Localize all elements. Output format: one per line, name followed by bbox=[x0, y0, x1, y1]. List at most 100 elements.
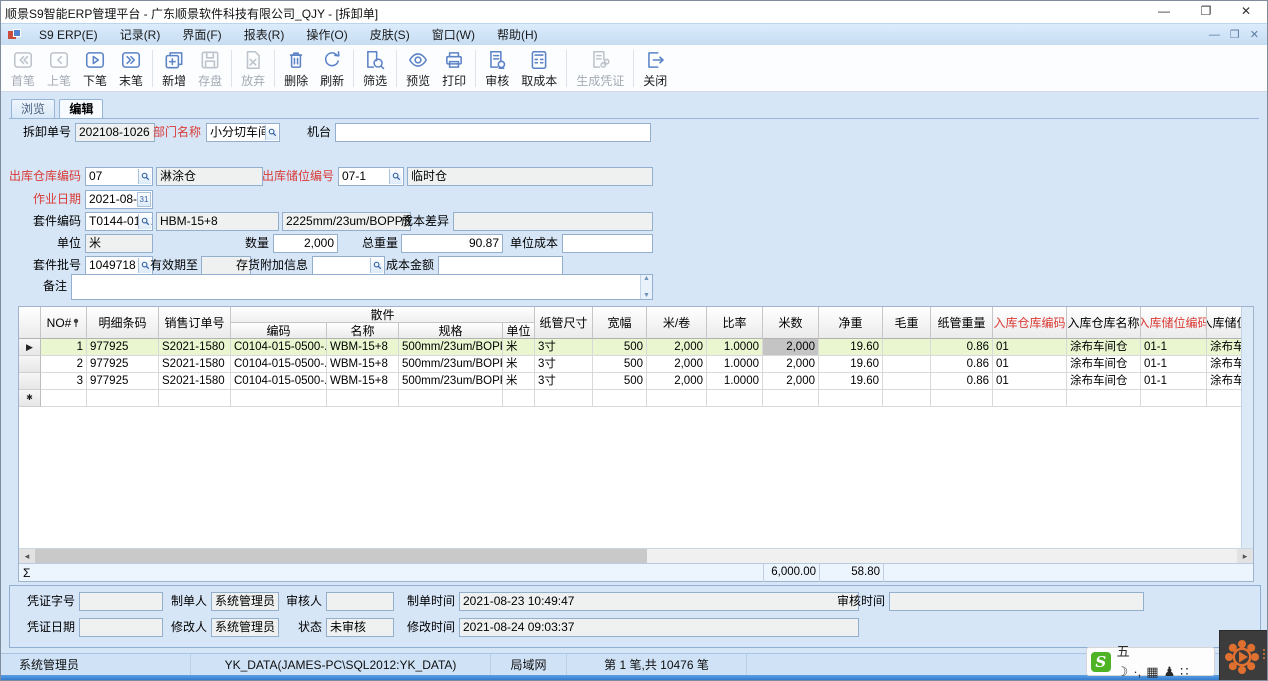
grid-cell-tube[interactable]: 3寸 bbox=[535, 373, 593, 390]
grid-horizontal-scrollbar[interactable]: ◂ ▸ bbox=[19, 548, 1253, 563]
toolbar-button-refresh[interactable]: 刷新 bbox=[314, 46, 350, 91]
close-icon[interactable]: ✕ bbox=[1229, 2, 1263, 21]
grid-cell-name[interactable]: WBM-15+8 bbox=[327, 339, 399, 356]
grid-cell-ratio[interactable]: 1.0000 bbox=[707, 356, 763, 373]
grid-cell-empty[interactable] bbox=[1067, 390, 1141, 407]
grid-cell-barcode[interactable]: 977925 bbox=[87, 373, 159, 390]
grid-cell-no[interactable]: 3 bbox=[41, 373, 87, 390]
grid-cell-spec[interactable]: 500mm/23um/BOPP... bbox=[399, 356, 503, 373]
grid-cell-in_loc_name[interactable]: 涂布车间仓 bbox=[1207, 373, 1241, 390]
scroll-up-icon[interactable]: ▲ bbox=[643, 275, 650, 282]
grid-cell-empty[interactable] bbox=[1207, 390, 1241, 407]
grid-cell-mroll[interactable]: 2,000 bbox=[647, 356, 707, 373]
row-selector[interactable] bbox=[19, 356, 41, 373]
grid-new-row[interactable]: ✱ bbox=[19, 390, 1241, 407]
mdi-minimize-icon[interactable]: — bbox=[1209, 27, 1220, 43]
tab-browse[interactable]: 浏览 bbox=[11, 99, 55, 118]
grid-cell-name[interactable]: WBM-15+8 bbox=[327, 356, 399, 373]
grid-cell-meters[interactable]: 2,000 bbox=[763, 339, 819, 356]
grid-cell-meters[interactable]: 2,000 bbox=[763, 356, 819, 373]
grid-cell-code[interactable]: C0104-015-0500-... bbox=[231, 373, 327, 390]
scroll-down-icon[interactable]: ▼ bbox=[643, 292, 650, 299]
grid-cell-empty[interactable] bbox=[231, 390, 327, 407]
grid-cell-order[interactable]: S2021-1580 bbox=[159, 339, 231, 356]
menu-item[interactable]: 帮助(H) bbox=[486, 28, 549, 42]
grid-cell-in_loc_code[interactable]: 01-1 bbox=[1141, 373, 1207, 390]
grid-cell-empty[interactable] bbox=[327, 390, 399, 407]
ime-icon[interactable]: ∷ bbox=[1180, 664, 1188, 679]
grid-cell-empty[interactable] bbox=[503, 390, 535, 407]
grid-cell-ratio[interactable]: 1.0000 bbox=[707, 373, 763, 390]
grid-cell-barcode[interactable]: 977925 bbox=[87, 356, 159, 373]
grid-cell-in_wh_code[interactable]: 01 bbox=[993, 339, 1067, 356]
ime-icon[interactable]: ▦ bbox=[1146, 664, 1158, 679]
machine-field[interactable] bbox=[335, 123, 651, 142]
kit-batch-field[interactable]: 1049718 bbox=[85, 256, 153, 275]
grid-cell-empty[interactable] bbox=[883, 390, 931, 407]
sogou-icon[interactable]: S bbox=[1091, 652, 1111, 672]
grid-cell-empty[interactable] bbox=[1141, 390, 1207, 407]
grid-cell-empty[interactable] bbox=[593, 390, 647, 407]
menu-item[interactable]: 记录(R) bbox=[109, 28, 172, 42]
hscroll-thumb[interactable] bbox=[35, 549, 647, 563]
grid-cell-unit[interactable]: 米 bbox=[503, 356, 535, 373]
grid-cell-empty[interactable] bbox=[763, 390, 819, 407]
toolbar-button-audit[interactable]: 审核 bbox=[479, 46, 515, 91]
grid-cell-empty[interactable] bbox=[159, 390, 231, 407]
grid-cell-tube_weight[interactable]: 0.86 bbox=[931, 373, 993, 390]
grid-cell-no[interactable]: 2 bbox=[41, 356, 87, 373]
out-loc-code-lookup-button[interactable] bbox=[389, 169, 402, 184]
ime-icon[interactable]: ♟ bbox=[1164, 664, 1176, 679]
out-loc-code-field[interactable]: 07-1 bbox=[338, 167, 404, 186]
grid-cell-in_loc_code[interactable]: 01-1 bbox=[1141, 356, 1207, 373]
dept-field[interactable]: 小分切车间 bbox=[206, 123, 280, 142]
row-selector[interactable]: ▶ bbox=[19, 339, 41, 356]
grid-cell-net[interactable]: 19.60 bbox=[819, 373, 883, 390]
grid-cell-tube_weight[interactable]: 0.86 bbox=[931, 356, 993, 373]
grid-cell-order[interactable]: S2021-1580 bbox=[159, 356, 231, 373]
grid-cell-unit[interactable]: 米 bbox=[503, 339, 535, 356]
grid-cell-spec[interactable]: 500mm/23um/BOPP... bbox=[399, 373, 503, 390]
grid-cell-meters[interactable]: 2,000 bbox=[763, 373, 819, 390]
grid-vertical-scrollbar[interactable] bbox=[1241, 307, 1253, 548]
toolbar-button-print[interactable]: 打印 bbox=[436, 46, 472, 91]
grid-cell-empty[interactable] bbox=[647, 390, 707, 407]
extra-info-lookup-button[interactable] bbox=[370, 258, 383, 273]
tab-edit[interactable]: 编辑 bbox=[59, 99, 103, 118]
kit-code-field[interactable]: T0144-015-2225 bbox=[85, 212, 153, 231]
toolbar-button-preview[interactable]: 预览 bbox=[400, 46, 436, 91]
cost-amount-field[interactable] bbox=[438, 256, 563, 275]
menu-item[interactable]: S9 ERP(E) bbox=[28, 28, 109, 42]
mdi-restore-icon[interactable]: ❐ bbox=[1230, 27, 1240, 43]
hscroll-left-icon[interactable]: ◂ bbox=[19, 549, 35, 563]
grid-cell-empty[interactable] bbox=[707, 390, 763, 407]
table-row[interactable]: 3977925S2021-1580C0104-015-0500-...WBM-1… bbox=[19, 373, 1241, 390]
grid-cell-empty[interactable] bbox=[41, 390, 87, 407]
grid-cell-mroll[interactable]: 2,000 bbox=[647, 373, 707, 390]
row-selector[interactable] bbox=[19, 373, 41, 390]
calendar-icon[interactable]: 31 bbox=[137, 192, 151, 207]
grid-cell-width[interactable]: 500 bbox=[593, 356, 647, 373]
grid-cell-in_wh_name[interactable]: 涂布车间仓 bbox=[1067, 339, 1141, 356]
table-row[interactable]: 2977925S2021-1580C0104-015-0500-...WBM-1… bbox=[19, 356, 1241, 373]
out-wh-code-field[interactable]: 07 bbox=[85, 167, 153, 186]
menu-item[interactable]: 报表(R) bbox=[233, 28, 296, 42]
hscroll-right-icon[interactable]: ▸ bbox=[1237, 549, 1253, 563]
grid-cell-unit[interactable]: 米 bbox=[503, 373, 535, 390]
grid-cell-tube[interactable]: 3寸 bbox=[535, 339, 593, 356]
grid-cell-in_loc_code[interactable]: 01-1 bbox=[1141, 339, 1207, 356]
toolbar-button-filter[interactable]: 筛选 bbox=[357, 46, 393, 91]
table-row[interactable]: ▶1977925S2021-1580C0104-015-0500-...WBM-… bbox=[19, 339, 1241, 356]
grid-cell-barcode[interactable]: 977925 bbox=[87, 339, 159, 356]
grid-cell-empty[interactable] bbox=[819, 390, 883, 407]
grid-cell-tube_weight[interactable]: 0.86 bbox=[931, 339, 993, 356]
ime-icon[interactable]: ☽ bbox=[1117, 664, 1129, 679]
ime-icon[interactable]: ·, bbox=[1133, 664, 1141, 679]
grid-cell-in_loc_name[interactable]: 涂布车间仓 bbox=[1207, 356, 1241, 373]
grid-cell-name[interactable]: WBM-15+8 bbox=[327, 373, 399, 390]
menu-item[interactable]: 皮肤(S) bbox=[359, 28, 421, 42]
grid-cell-no[interactable]: 1 bbox=[41, 339, 87, 356]
grid-cell-ratio[interactable]: 1.0000 bbox=[707, 339, 763, 356]
grid-cell-empty[interactable] bbox=[931, 390, 993, 407]
qty-field[interactable]: 2,000 bbox=[273, 234, 338, 253]
